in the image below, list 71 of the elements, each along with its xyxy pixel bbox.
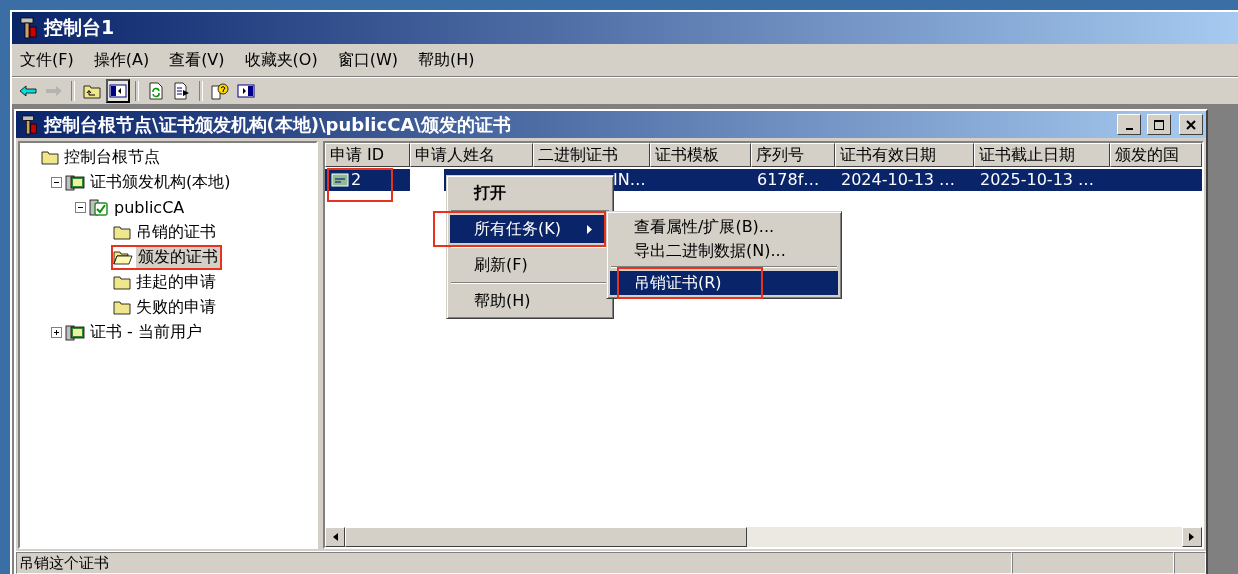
- action-pane-icon: [237, 83, 255, 99]
- certificate-authority-icon: [89, 198, 109, 217]
- folder-icon: [113, 225, 131, 240]
- tree-item[interactable]: 控制台根节点: [62, 147, 162, 168]
- submenu-arrow-icon: [587, 224, 592, 234]
- table-cell: 2025-10-13 …: [980, 169, 1095, 191]
- scroll-left-icon: [332, 533, 338, 541]
- column-header[interactable]: 证书截止日期: [974, 143, 1110, 167]
- column-header[interactable]: 二进制证书: [533, 143, 650, 167]
- minimize-icon: [1125, 128, 1133, 130]
- menu-item[interactable]: 刷新(F): [450, 251, 610, 279]
- folder-up-icon: [83, 83, 101, 99]
- table-cell: 6178f…: [757, 169, 820, 191]
- column-header[interactable]: 序列号: [751, 143, 835, 167]
- hammer-icon: [18, 17, 38, 39]
- menu-item[interactable]: 查看(V): [169, 49, 225, 71]
- help-icon: [211, 82, 229, 100]
- tree-item[interactable]: 失败的申请: [134, 297, 218, 318]
- refresh-icon: [148, 82, 164, 100]
- tree-item[interactable]: 挂起的申请: [134, 272, 218, 293]
- column-header[interactable]: 证书有效日期: [835, 143, 974, 167]
- tree-item[interactable]: 证书颁发机构(本地): [88, 172, 233, 193]
- back-arrow-icon: [19, 85, 37, 97]
- expand-icon[interactable]: [51, 327, 62, 338]
- column-header[interactable]: 申请人姓名: [410, 143, 533, 167]
- tree-item[interactable]: 证书 - 当前用户: [88, 322, 204, 343]
- folder-icon: [41, 150, 59, 165]
- restore-icon: [1153, 118, 1165, 131]
- menu-item[interactable]: 帮助(H): [417, 49, 475, 71]
- toolbar-button[interactable]: [106, 79, 130, 103]
- menu-item[interactable]: 查看属性/扩展(B)...: [610, 215, 838, 239]
- minimize-button[interactable]: [1117, 114, 1141, 135]
- tree-pane-icon: [109, 83, 127, 99]
- export-list-icon: [173, 82, 191, 100]
- status-text: 吊销这个证书: [16, 552, 1012, 574]
- forward-arrow-icon: [45, 85, 63, 97]
- table-cell: 2: [351, 169, 362, 191]
- scroll-right-icon: [1189, 533, 1195, 541]
- scrollbar-thumb[interactable]: [345, 527, 747, 547]
- certificate-server-icon: [65, 324, 85, 341]
- collapse-icon[interactable]: [51, 177, 62, 188]
- tree-item[interactable]: publicCA: [112, 198, 187, 217]
- menu-item[interactable]: 吊销证书(R): [610, 271, 838, 295]
- collapse-icon[interactable]: [75, 202, 86, 213]
- close-icon: [1185, 118, 1197, 131]
- restore-button[interactable]: [1147, 114, 1171, 135]
- column-header[interactable]: 申请 ID: [325, 143, 410, 167]
- open-folder-icon: [113, 250, 133, 265]
- horizontal-scrollbar[interactable]: [325, 527, 1202, 547]
- menu-item[interactable]: 操作(A): [93, 49, 150, 71]
- highlight-frame: [327, 168, 393, 202]
- menu-item[interactable]: 收藏夹(O): [244, 49, 318, 71]
- close-button[interactable]: [1179, 114, 1203, 135]
- tree-item[interactable]: 吊销的证书: [134, 222, 218, 243]
- folder-icon: [113, 300, 131, 315]
- certificate-icon: [331, 172, 349, 188]
- menu-item[interactable]: 文件(F): [20, 49, 74, 71]
- window-title: 控制台根节点\证书颁发机构(本地)\publicCA\颁发的证书: [44, 112, 512, 137]
- table-cell: 2024-10-13 …: [841, 169, 956, 191]
- certificate-server-icon: [65, 174, 85, 191]
- menu-item[interactable]: 窗口(W): [337, 49, 398, 71]
- column-header[interactable]: 证书模板: [650, 143, 751, 167]
- folder-icon: [113, 275, 131, 290]
- table-cell: IN…: [613, 169, 646, 191]
- menu-item[interactable]: 导出二进制数据(N)...: [610, 239, 838, 263]
- redaction-block: [410, 168, 444, 192]
- window-title: 控制台1: [44, 15, 115, 40]
- column-header[interactable]: 颁发的国: [1110, 143, 1202, 167]
- tree-item[interactable]: 颁发的证书: [136, 247, 220, 268]
- hammer-icon: [20, 114, 38, 135]
- menu-item[interactable]: 帮助(H): [450, 287, 610, 315]
